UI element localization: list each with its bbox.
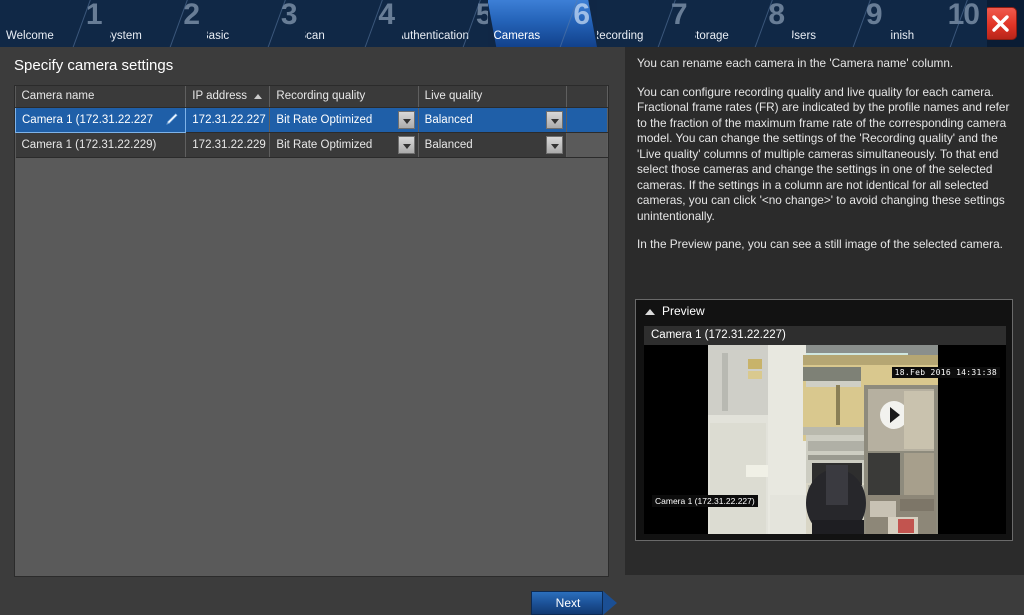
wizard-step-number: 2 bbox=[183, 0, 200, 31]
column-header-label: Live quality bbox=[424, 90, 483, 103]
camera-name-text: Camera 1 (172.31.22.229) bbox=[21, 138, 157, 151]
column-header-live-quality[interactable]: Live quality bbox=[418, 86, 567, 108]
video-camera-label-overlay: Camera 1 (172.31.22.227) bbox=[652, 495, 758, 507]
cell-camera-name[interactable]: Camera 1 (172.31.22.227 bbox=[14, 106, 187, 133]
video-timestamp-overlay: 18.Feb 2016 14:31:38 bbox=[891, 367, 1000, 378]
column-header-label: Recording quality bbox=[276, 90, 366, 103]
wizard-step-label: Welcome bbox=[6, 30, 54, 42]
next-button-arrow[interactable] bbox=[603, 591, 617, 615]
help-paragraph: In the Preview pane, you can see a still… bbox=[637, 237, 1003, 251]
live-quality-dropdown-button[interactable] bbox=[545, 110, 563, 129]
next-button-label: Next bbox=[555, 596, 581, 610]
table-row[interactable]: Camera 1 (172.31.22.227 172.31.22.227 Bit … bbox=[14, 106, 609, 133]
wizard-step-welcome[interactable]: 1 Welcome bbox=[0, 0, 110, 47]
preview-panel: Preview Camera 1 (172.31.22.227) 18.Feb … bbox=[635, 299, 1013, 541]
wizard-step-basic[interactable]: 3 Basic bbox=[195, 0, 305, 47]
column-header-camera-name[interactable]: Camera name bbox=[15, 86, 187, 108]
wizard-step-authentication[interactable]: 5 Authentication bbox=[390, 0, 500, 47]
wizard-step-label: Recording bbox=[591, 30, 644, 42]
wizard-step-recording[interactable]: 7 Recording bbox=[585, 0, 695, 47]
help-paragraph: You can configure recording quality and … bbox=[637, 84, 1010, 223]
wizard-step-number: 8 bbox=[768, 0, 785, 31]
table-empty-area bbox=[15, 157, 608, 558]
live-quality-value: Balanced bbox=[424, 113, 473, 126]
cell-camera-name[interactable]: Camera 1 (172.31.22.229) bbox=[15, 132, 187, 158]
camera-name-text: Camera 1 (172.31.22.227 bbox=[22, 113, 154, 126]
wizard-step-list: 1 Welcome 2 System 3 Basic 4 Scan 5 Authenticatio… bbox=[0, 0, 987, 47]
next-button[interactable]: Next bbox=[531, 591, 603, 615]
wizard-step-number: 10 bbox=[947, 0, 980, 31]
wizard-step-label: Cameras bbox=[493, 30, 541, 42]
preview-camera-name: Camera 1 (172.31.22.227) bbox=[651, 329, 786, 341]
recording-quality-dropdown-button[interactable] bbox=[397, 110, 415, 129]
pencil-icon[interactable] bbox=[165, 112, 179, 129]
cell-spacer bbox=[566, 132, 609, 158]
wizard-step-system[interactable]: 2 System bbox=[97, 0, 207, 47]
cell-recording-quality[interactable]: Bit Rate Optimized bbox=[269, 107, 419, 133]
preview-panel-title: Preview bbox=[662, 304, 705, 318]
wizard-step-storage[interactable]: 8 Storage bbox=[682, 0, 792, 47]
wizard-step-users[interactable]: 9 Users bbox=[780, 0, 890, 47]
column-header-label: Camera name bbox=[21, 90, 95, 103]
wizard-step-scan[interactable]: 4 Scan bbox=[292, 0, 402, 47]
live-quality-value: Balanced bbox=[424, 138, 473, 151]
sort-ascending-icon bbox=[254, 94, 263, 99]
column-header-label: IP address bbox=[192, 90, 248, 103]
preview-body: Camera 1 (172.31.22.227) 18.Feb 2016 14:… bbox=[644, 326, 1006, 534]
wizard-step-number: 4 bbox=[378, 0, 395, 31]
wizard-step-number: 9 bbox=[865, 0, 883, 31]
help-text: You can rename each camera in the 'Camer… bbox=[637, 56, 1015, 253]
wizard-step-number: 1 bbox=[85, 0, 103, 31]
table-row[interactable]: Camera 1 (172.31.22.229) 172.31.22.229 Bit… bbox=[15, 132, 609, 158]
cell-live-quality[interactable]: Balanced bbox=[418, 132, 567, 158]
wizard-step-number: 6 bbox=[573, 0, 590, 31]
cell-live-quality[interactable]: Balanced bbox=[418, 107, 567, 133]
wizard-step-number: 3 bbox=[280, 0, 298, 31]
recording-quality-value: Bit Rate Optimized bbox=[276, 113, 373, 126]
wizard-step-label: Authentication bbox=[396, 30, 469, 42]
camera-settings-table: Camera name IP address Recording quality Li… bbox=[14, 85, 609, 577]
preview-camera-title-bar: Camera 1 (172.31.22.227) bbox=[644, 326, 1006, 345]
close-button[interactable] bbox=[984, 7, 1017, 40]
help-pane: You can rename each camera in the 'Camer… bbox=[625, 47, 1024, 575]
wizard-step-label: Storage bbox=[688, 30, 729, 42]
column-header-blank[interactable] bbox=[566, 86, 609, 108]
preview-panel-header[interactable]: Preview bbox=[636, 300, 1012, 322]
cell-ip-address: 172.31.22.229 bbox=[185, 132, 271, 158]
wizard-step-finish[interactable]: 10 Finish bbox=[877, 0, 987, 47]
cell-spacer bbox=[566, 107, 609, 133]
video-preview[interactable]: 18.Feb 2016 14:31:38 Camera 1 (172.31.22… bbox=[644, 345, 1006, 534]
recording-quality-value: Bit Rate Optimized bbox=[276, 138, 373, 151]
wizard-step-cameras[interactable]: 6 Cameras bbox=[487, 0, 597, 47]
table-body: Camera 1 (172.31.22.227 172.31.22.227 Bit … bbox=[14, 106, 609, 158]
wizard-step-number: 7 bbox=[670, 0, 688, 31]
chevron-up-icon[interactable] bbox=[645, 309, 655, 315]
wizard-header: 1 Welcome 2 System 3 Basic 4 Scan 5 Authenticatio… bbox=[0, 0, 1024, 47]
table-header-row: Camera name IP address Recording quality Li… bbox=[15, 86, 609, 108]
column-header-recording-quality[interactable]: Recording quality bbox=[269, 86, 419, 108]
recording-quality-dropdown-button[interactable] bbox=[397, 135, 415, 154]
help-paragraph: You can rename each camera in the 'Camer… bbox=[637, 56, 954, 70]
cell-ip-address: 172.31.22.227 bbox=[185, 107, 271, 133]
column-header-ip-address[interactable]: IP address bbox=[185, 86, 271, 108]
cell-recording-quality[interactable]: Bit Rate Optimized bbox=[269, 132, 419, 158]
page-title: Specify camera settings bbox=[14, 57, 174, 74]
main-content: Specify camera settings Camera name IP ad… bbox=[0, 47, 625, 615]
live-quality-dropdown-button[interactable] bbox=[545, 135, 563, 154]
